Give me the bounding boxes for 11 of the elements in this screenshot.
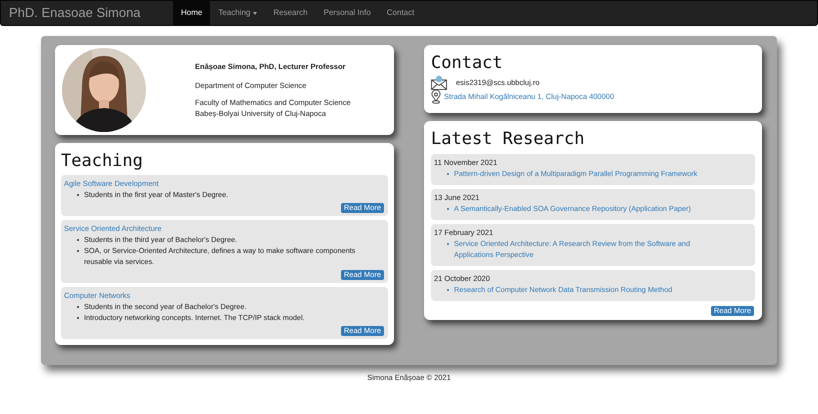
section-title: Contact bbox=[431, 52, 504, 74]
nav-link[interactable]: Research bbox=[265, 1, 316, 25]
section-title: Latest Research bbox=[431, 128, 586, 150]
site-brand[interactable]: PhD. Enasoae Simona bbox=[1, 3, 173, 23]
nav-link[interactable]: Teaching bbox=[210, 1, 266, 25]
nav-link[interactable]: Home bbox=[173, 1, 210, 25]
nav-link[interactable]: Personal Info bbox=[316, 1, 379, 25]
section-title: Teaching bbox=[61, 150, 144, 172]
location-pin-icon bbox=[431, 90, 441, 104]
envelope-icon bbox=[431, 75, 447, 90]
nav-link[interactable]: Contact bbox=[378, 1, 422, 25]
